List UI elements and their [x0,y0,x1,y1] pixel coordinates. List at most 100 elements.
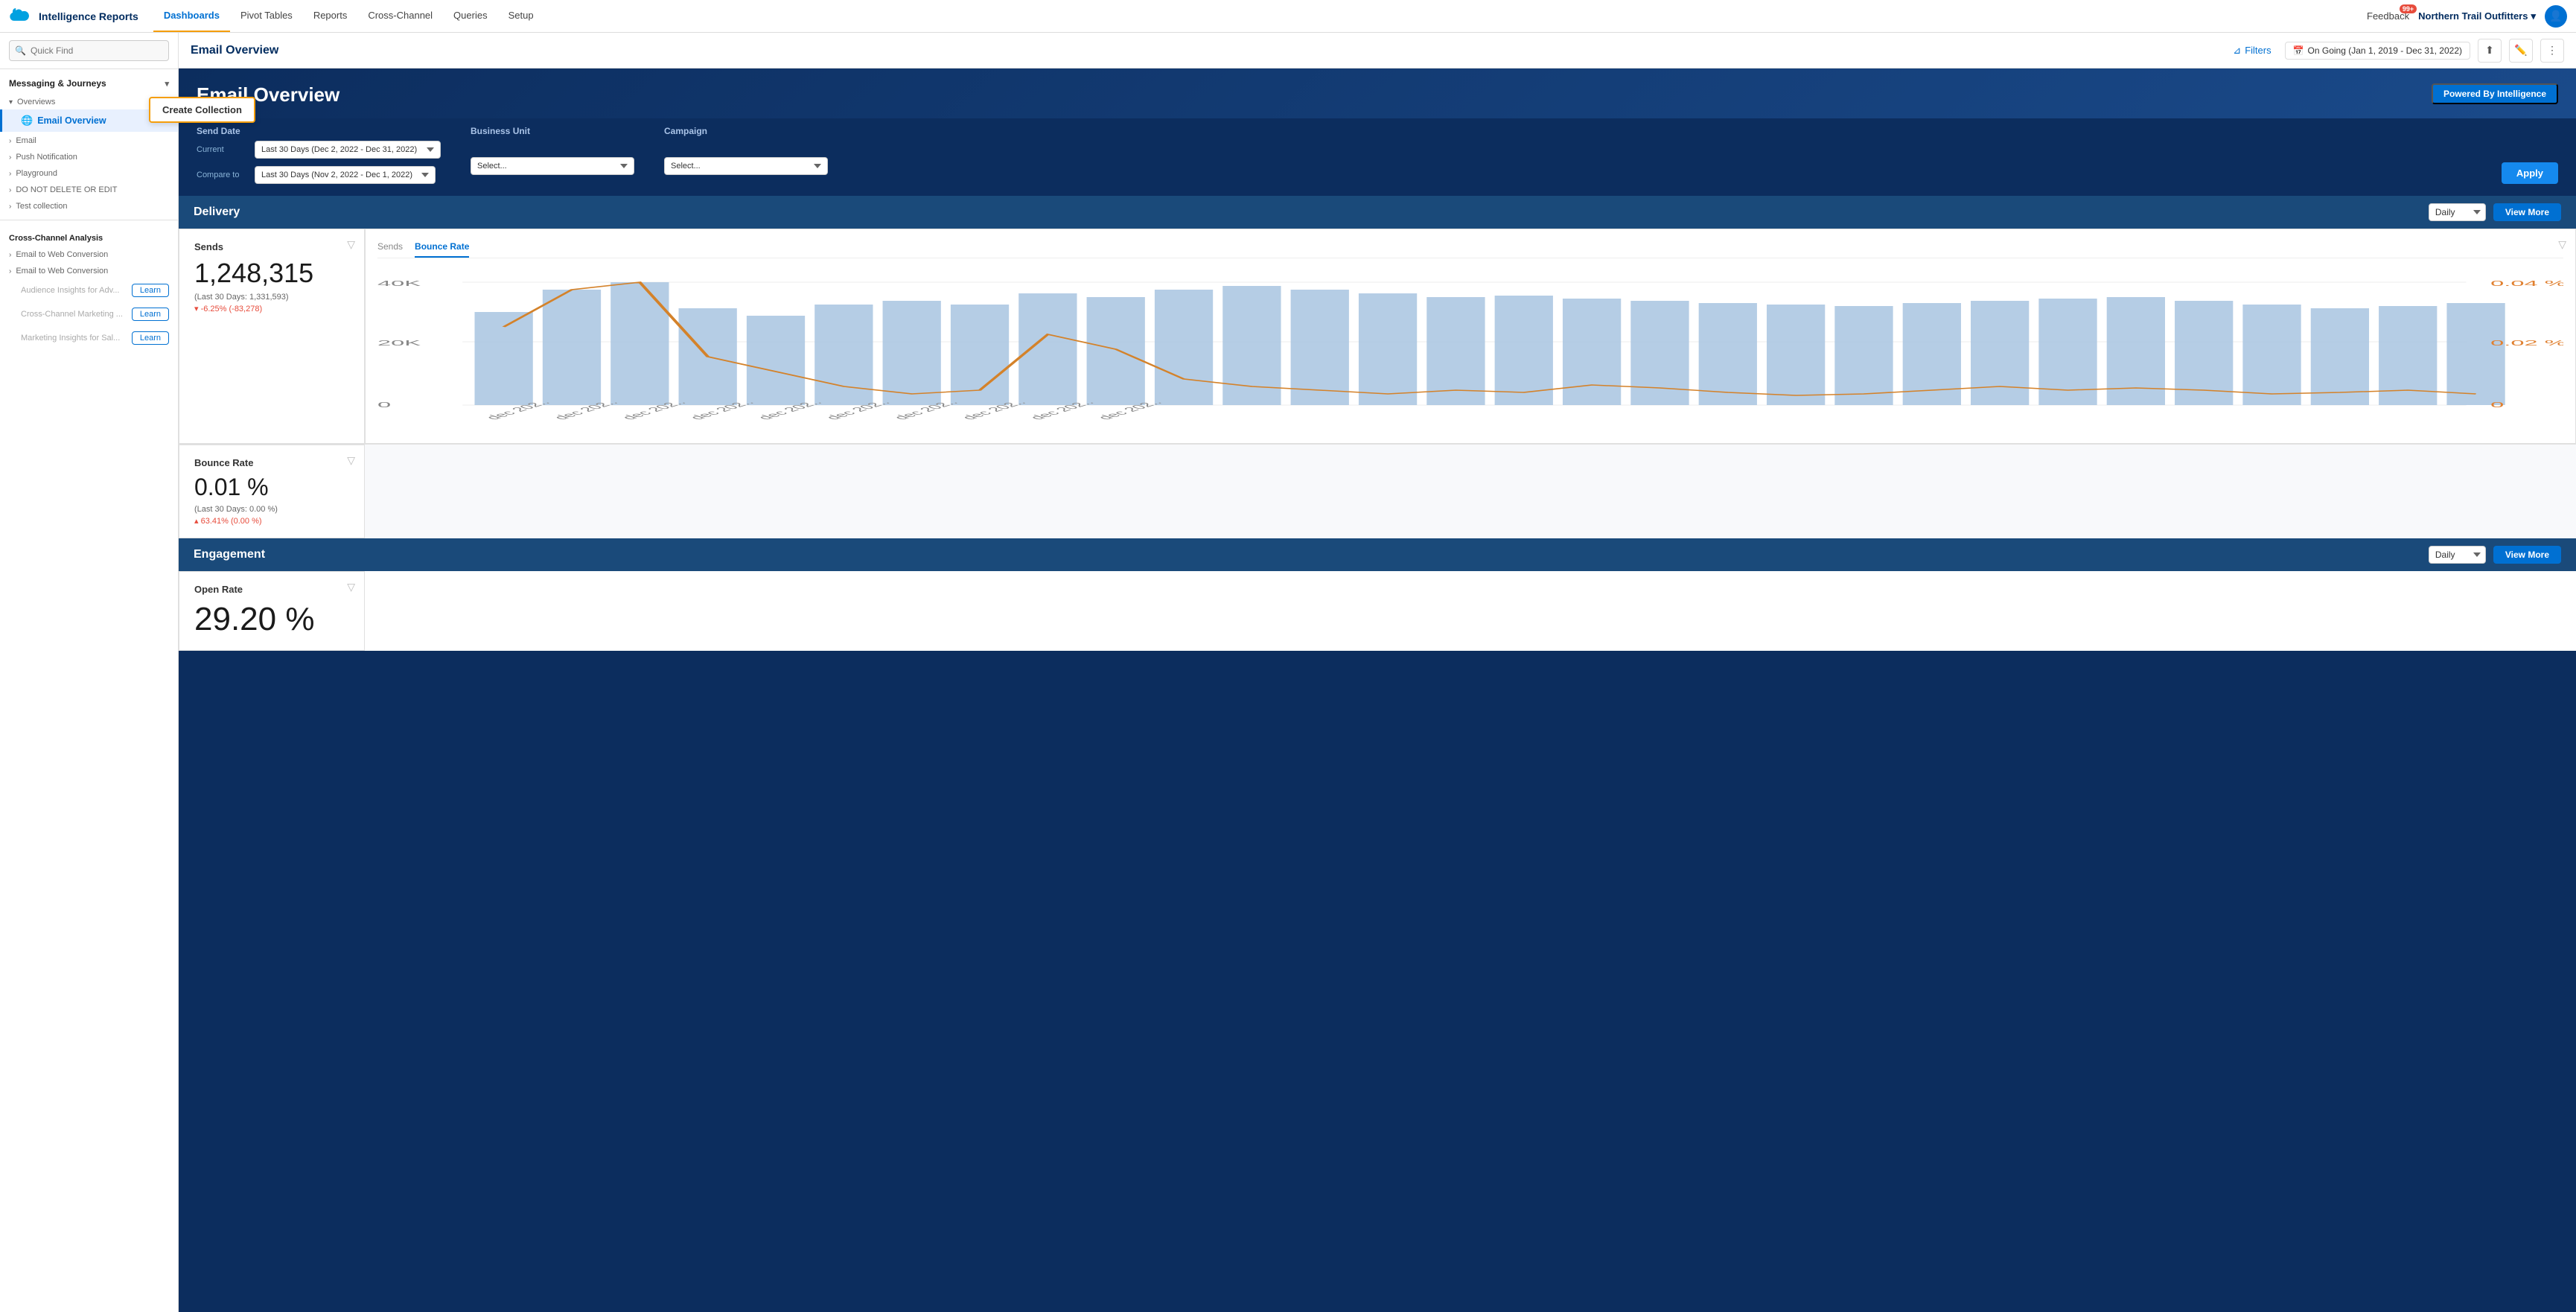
sidebar-group-push-notification[interactable]: › Push Notification [0,148,178,165]
app-title: Intelligence Reports [39,10,138,22]
delivery-chart-svg: 40K 20K 0 [377,267,2563,424]
tab-reports[interactable]: Reports [303,0,358,32]
svg-text:0: 0 [2490,401,2504,409]
content-area: Email Overview ⊿ Filters 📅 On Going (Jan… [179,33,2576,1312]
tab-setup[interactable]: Setup [498,0,544,32]
campaign-select[interactable]: Select... [664,157,828,175]
sends-filter-icon[interactable]: ▽ [347,238,355,251]
section-collapse-icon[interactable]: ▾ [165,79,169,89]
engagement-cards-row: Open Rate ▽ 29.20 % [179,571,2576,651]
sidebar-group-test-collection[interactable]: › Test collection [0,197,178,214]
filter-icon: ⊿ [2233,45,2241,57]
feedback-badge: 99+ [2400,4,2417,13]
svg-text:0: 0 [377,401,391,409]
date-range-display[interactable]: 📅 On Going (Jan 1, 2019 - Dec 31, 2022) [2285,42,2470,60]
sidebar-group-do-not-delete[interactable]: › DO NOT DELETE OR EDIT [0,181,178,197]
bounce-rate-card-title: Bounce Rate [194,457,349,468]
sidebar-search-area: 🔍 [0,33,178,69]
chart-tabs: Sends Bounce Rate [377,241,2563,258]
apply-filters-button[interactable]: Apply [2502,162,2558,184]
engagement-view-more-button[interactable]: View More [2493,546,2561,564]
send-date-filter: Send Date Current Last 30 Days (Dec 2, 2… [197,126,441,184]
org-selector[interactable]: Northern Trail Outfitters ▾ [2418,10,2536,22]
tab-queries[interactable]: Queries [443,0,498,32]
learn-button-cross-channel-marketing[interactable]: Learn [132,308,169,321]
chevron-down-icon: ▾ [9,98,13,106]
open-rate-metric-value: 29.20 % [194,601,349,638]
sends-card-title: Sends [194,241,349,252]
calendar-icon: 📅 [2293,45,2304,56]
svg-text:0.04 %: 0.04 % [2490,279,2563,287]
cross-channel-analysis-header: Cross-Channel Analysis [0,226,178,246]
delivery-cards-row: Sends ▽ 1,248,315 (Last 30 Days: 1,331,5… [179,229,2576,444]
top-navigation: Intelligence Reports Dashboards Pivot Ta… [0,0,2576,33]
delivery-view-more-button[interactable]: View More [2493,203,2561,221]
more-icon: ⋮ [2547,44,2557,57]
delivery-section-header: Delivery Daily Weekly Monthly View More [179,196,2576,229]
upload-icon: ⬆ [2485,44,2494,57]
tab-dashboards[interactable]: Dashboards [153,0,230,32]
open-rate-filter-icon[interactable]: ▽ [347,581,355,593]
sidebar-group-email-web-1[interactable]: › Email to Web Conversion [0,246,178,262]
chevron-right-icon: › [9,186,11,194]
chevron-right-icon: › [9,267,11,276]
sends-change-value: ▾ -6.25% (-83,278) [194,304,349,313]
engagement-frequency-select[interactable]: Daily Weekly Monthly [2429,546,2486,564]
bounce-rate-row: Bounce Rate ▽ 0.01 % (Last 30 Days: 0.00… [179,444,2576,538]
quick-find-input[interactable] [9,40,169,61]
tab-pivot-tables[interactable]: Pivot Tables [230,0,303,32]
powered-by-badge[interactable]: Powered By Intelligence [2432,83,2558,104]
current-date-select[interactable]: Last 30 Days (Dec 2, 2022 - Dec 31, 2022… [255,141,441,159]
chevron-right-icon: › [9,137,11,145]
sends-compare-value: (Last 30 Days: 1,331,593) [194,293,349,302]
learn-item-cross-channel-marketing: Cross-Channel Marketing ... Learn [0,302,178,326]
business-unit-filter: Business Unit Select... [471,126,634,184]
dashboard-header: Email Overview Powered By Intelligence [179,69,2576,118]
salesforce-logo [9,4,33,28]
sidebar-group-email[interactable]: › Email [0,132,178,148]
learn-button-marketing-insights[interactable]: Learn [132,331,169,345]
feedback-button[interactable]: Feedback 99+ [2367,10,2409,22]
sidebar: 🔍 Messaging & Journeys ▾ ▾ Overviews 🌐 E… [0,33,179,1312]
edit-button[interactable]: ✏️ [2509,39,2533,63]
chart-tab-bounce-rate[interactable]: Bounce Rate [415,241,469,258]
user-avatar[interactable]: 👤 [2545,5,2567,28]
business-unit-select[interactable]: Select... [471,157,634,175]
learn-item-audience-insights: Audience Insights for Adv... Learn [0,278,178,302]
tab-cross-channel[interactable]: Cross-Channel [357,0,443,32]
svg-text:0.02 %: 0.02 % [2490,339,2563,347]
more-options-button[interactable]: ⋮ [2540,39,2564,63]
bounce-rate-metric-value: 0.01 % [194,474,349,500]
edit-icon: ✏️ [2514,44,2527,57]
compare-date-select[interactable]: Last 30 Days (Nov 2, 2022 - Dec 1, 2022) [255,166,436,184]
svg-text:20K: 20K [377,339,421,347]
dashboard-filters-row: Send Date Current Last 30 Days (Dec 2, 2… [179,118,2576,196]
main-layout: 🔍 Messaging & Journeys ▾ ▾ Overviews 🌐 E… [0,33,2576,1312]
learn-button-audience-insights[interactable]: Learn [132,284,169,297]
bounce-filter-icon[interactable]: ▽ [347,454,355,467]
chevron-right-icon: › [9,170,11,178]
open-rate-metric-card: Open Rate ▽ 29.20 % [179,571,365,651]
content-header-title: Email Overview [191,44,2218,57]
learn-item-marketing-insights: Marketing Insights for Sal... Learn [0,326,178,350]
create-collection-tooltip[interactable]: Create Collection [149,97,179,123]
main-nav-tabs: Dashboards Pivot Tables Reports Cross-Ch… [153,0,544,32]
chart-filter-icon[interactable]: ▽ [2558,238,2566,251]
campaign-filter: Campaign Select... [664,126,828,184]
bounce-rate-metric-card: Bounce Rate ▽ 0.01 % (Last 30 Days: 0.00… [179,445,365,538]
sidebar-group-playground[interactable]: › Playground [0,165,178,181]
open-rate-card-title: Open Rate [194,584,349,595]
delivery-chart-area: ▽ Sends Bounce Rate 40K 20K 0 [365,229,2576,444]
chart-tab-sends[interactable]: Sends [377,241,403,258]
chevron-right-icon: › [9,153,11,162]
sidebar-group-email-web-2[interactable]: › Email to Web Conversion [0,262,178,278]
globe-icon: 🌐 [21,115,33,127]
engagement-section: Engagement Daily Weekly Monthly View Mor… [179,538,2576,651]
upload-button[interactable]: ⬆ [2478,39,2502,63]
messaging-journeys-header: Messaging & Journeys ▾ [0,69,178,93]
bounce-rate-compare-value: (Last 30 Days: 0.00 %) [194,505,349,514]
app-logo-area: Intelligence Reports [9,4,138,28]
delivery-section: Delivery Daily Weekly Monthly View More … [179,196,2576,538]
filters-button[interactable]: ⊿ Filters [2227,42,2277,60]
delivery-frequency-select[interactable]: Daily Weekly Monthly [2429,203,2486,221]
